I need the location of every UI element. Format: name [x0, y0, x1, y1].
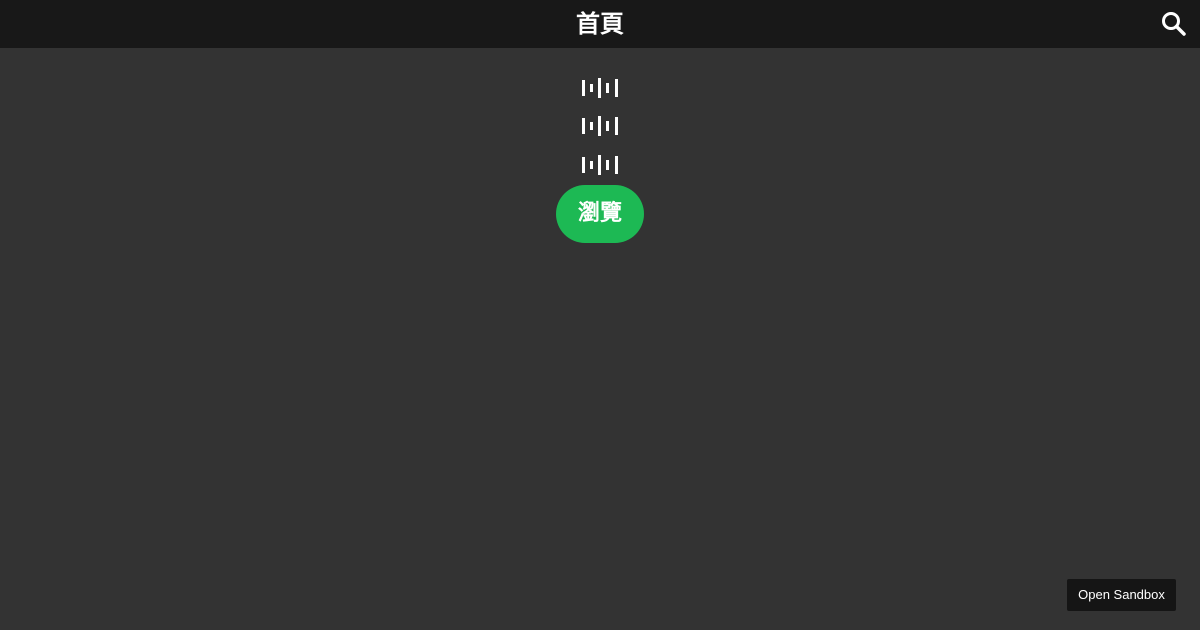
top-bar: 首頁: [0, 0, 1200, 48]
audio-waveform-icon: [582, 155, 618, 175]
page-title: 首頁: [576, 10, 624, 38]
audio-item[interactable]: [582, 76, 618, 100]
search-icon: [1162, 12, 1186, 36]
browse-button[interactable]: 瀏覽: [556, 185, 644, 243]
open-sandbox-button[interactable]: Open Sandbox: [1067, 579, 1176, 611]
audio-item[interactable]: [582, 153, 618, 177]
search-button[interactable]: [1160, 10, 1188, 38]
audio-waveform-icon: [582, 116, 618, 136]
audio-item[interactable]: [582, 114, 618, 138]
audio-waveform-icon: [582, 78, 618, 98]
